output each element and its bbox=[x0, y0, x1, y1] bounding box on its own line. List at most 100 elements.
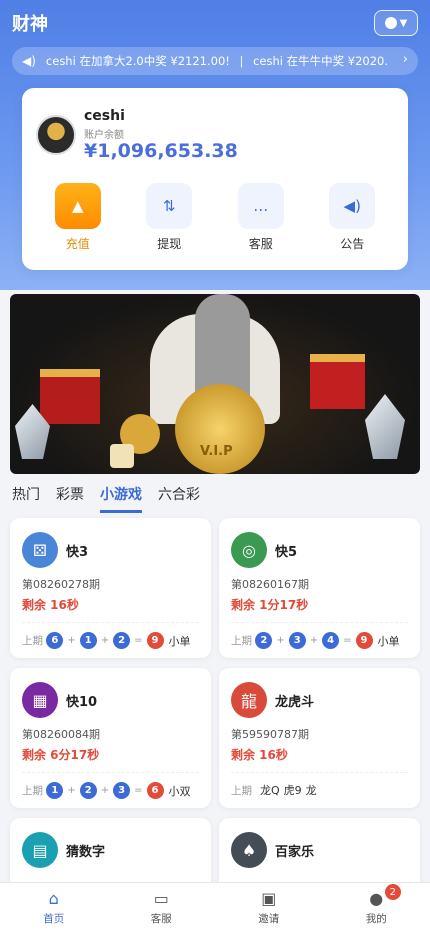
last-draw-label: 上期 bbox=[22, 635, 43, 647]
chat-icon: … bbox=[237, 183, 284, 229]
ticker-messages: ceshi 在加拿大2.0中奖 ¥2121.00! | ceshi 在牛牛中奖 … bbox=[46, 53, 396, 69]
ticker-separator: | bbox=[239, 54, 244, 68]
divider bbox=[231, 772, 408, 773]
game-period: 第08260278期 bbox=[22, 578, 100, 591]
nav-customer-service[interactable]: ▭ 客服 bbox=[108, 883, 216, 932]
last-draw: 上期 龙Q 虎9 龙 bbox=[231, 782, 317, 798]
result-text: 小单 bbox=[377, 634, 400, 648]
target-icon: ◎ bbox=[231, 532, 267, 568]
game-name: 快5 bbox=[275, 545, 298, 560]
nav-mine[interactable]: ● 2 我的 bbox=[323, 883, 430, 932]
announcement-button[interactable]: ◀) 公告 bbox=[317, 183, 387, 252]
plus-sign: + bbox=[309, 635, 319, 646]
last-draw-label: 上期 bbox=[22, 785, 43, 797]
tab-hot[interactable]: 热门 bbox=[12, 484, 40, 513]
result-ball: 1 bbox=[79, 632, 97, 649]
result-text: 龙 bbox=[305, 784, 317, 797]
user-icon: ● bbox=[369, 889, 384, 908]
plus-sign: + bbox=[276, 635, 285, 646]
game-card-k3[interactable]: ⚄ 快3 第08260278期 剩余 16秒 上期 6 + 1 + 2 = 9 小单 bbox=[10, 518, 211, 658]
divider bbox=[22, 772, 199, 773]
globe-icon bbox=[384, 17, 397, 29]
avatar[interactable] bbox=[36, 115, 76, 155]
game-name: 百家乐 bbox=[275, 845, 315, 860]
language-button[interactable]: ▼ bbox=[374, 10, 418, 36]
home-icon: ⌂ bbox=[48, 889, 59, 908]
banner-dice bbox=[110, 444, 134, 468]
nav-home[interactable]: ⌂ 首页 bbox=[0, 883, 108, 932]
upload-icon: ▲ bbox=[54, 183, 101, 229]
app-title: 财神 bbox=[12, 14, 48, 35]
divider bbox=[231, 622, 408, 623]
result-ball: 2 bbox=[113, 632, 131, 649]
equals-sign: = bbox=[343, 635, 352, 646]
game-countdown: 剩余 16秒 bbox=[22, 598, 79, 612]
equals-sign: = bbox=[134, 785, 143, 796]
result-text: 小双 bbox=[168, 784, 191, 798]
chevron-right-icon[interactable]: › bbox=[403, 52, 408, 67]
ticker-item: ceshi 在牛牛中奖 ¥2020. bbox=[253, 54, 389, 68]
tab-mark-six[interactable]: 六合彩 bbox=[158, 484, 200, 513]
winning-ticker[interactable]: ◀) ceshi 在加拿大2.0中奖 ¥2121.00! | ceshi 在牛牛… bbox=[12, 47, 418, 75]
result-ball: 3 bbox=[288, 632, 306, 649]
equals-sign: = bbox=[134, 635, 143, 646]
action-label: 充值 bbox=[65, 237, 90, 251]
banner-gift bbox=[40, 369, 100, 424]
game-name: 快10 bbox=[66, 695, 98, 710]
cards-icon: ♠ bbox=[231, 832, 267, 868]
speaker-icon: ◀) bbox=[329, 183, 376, 229]
game-card-dragon-tiger[interactable]: 龍 龙虎斗 第59590787期 剩余 16秒 上期 龙Q 虎9 龙 bbox=[219, 668, 420, 808]
dragon-card: 龙Q bbox=[260, 784, 280, 797]
dice-icon: ⚄ bbox=[22, 532, 58, 568]
banner-crystal bbox=[365, 394, 405, 459]
sum-ball: 9 bbox=[146, 632, 164, 649]
withdraw-button[interactable]: ⇅ 提现 bbox=[134, 183, 204, 252]
nav-invite[interactable]: ▣ 邀请 bbox=[215, 883, 323, 932]
last-draw: 上期 1 + 2 + 3 = 6 小双 bbox=[22, 782, 191, 799]
dragon-icon: 龍 bbox=[231, 682, 267, 718]
plus-sign: + bbox=[67, 635, 76, 646]
promo-banner[interactable]: V.I.P bbox=[10, 294, 420, 474]
gift-icon: ▣ bbox=[261, 889, 277, 908]
nav-label: 我的 bbox=[365, 913, 387, 925]
account-card: ceshi 账户余额 ¥1,096,653.38 ▲ 充值 ⇅ 提现 … 客服 … bbox=[22, 88, 408, 270]
sum-ball: 9 bbox=[355, 632, 373, 649]
banner-vip-text: V.I.P bbox=[200, 444, 233, 459]
balance-label: 账户余额 bbox=[84, 130, 124, 141]
game-period: 第08260084期 bbox=[22, 728, 100, 741]
tab-mini-games[interactable]: 小游戏 bbox=[100, 484, 142, 513]
tiger-card: 虎9 bbox=[283, 784, 302, 797]
chevron-down-icon: ▼ bbox=[399, 17, 408, 29]
result-text: 小单 bbox=[168, 634, 191, 648]
slot-machine-icon: ▦ bbox=[22, 682, 58, 718]
nav-label: 首页 bbox=[43, 913, 65, 925]
balance-value: ¥1,096,653.38 bbox=[84, 140, 238, 162]
account-actions: ▲ 充值 ⇅ 提现 … 客服 ◀) 公告 bbox=[22, 183, 408, 252]
result-ball: 1 bbox=[46, 782, 64, 799]
result-ball: 3 bbox=[113, 782, 131, 799]
username: ceshi bbox=[84, 108, 125, 124]
chat-icon: ▭ bbox=[153, 889, 169, 908]
plus-sign: + bbox=[67, 785, 76, 796]
deposit-button[interactable]: ▲ 充值 bbox=[43, 183, 113, 252]
game-countdown: 剩余 1分17秒 bbox=[231, 598, 309, 612]
plus-sign: + bbox=[100, 785, 110, 796]
customer-service-button[interactable]: … 客服 bbox=[226, 183, 296, 252]
game-name: 龙虎斗 bbox=[275, 695, 315, 710]
game-name: 快3 bbox=[66, 545, 89, 560]
game-card-k5[interactable]: ◎ 快5 第08260167期 剩余 1分17秒 上期 2 + 3 + 4 = 9 小… bbox=[219, 518, 420, 658]
banner-vip-coin bbox=[175, 384, 265, 474]
banner-gift bbox=[310, 354, 365, 409]
top-bar: 财神 ▼ bbox=[0, 0, 430, 46]
last-draw-label: 上期 bbox=[231, 635, 252, 647]
last-draw: 上期 6 + 1 + 2 = 9 小单 bbox=[22, 632, 191, 649]
result-ball: 4 bbox=[322, 632, 340, 649]
plus-sign: + bbox=[100, 635, 110, 646]
tab-lottery[interactable]: 彩票 bbox=[56, 484, 84, 513]
game-card-k10[interactable]: ▦ 快10 第08260084期 剩余 6分17秒 上期 1 + 2 + 3 = 6 … bbox=[10, 668, 211, 808]
number-grid-icon: ▤ bbox=[22, 832, 58, 868]
result-ball: 2 bbox=[255, 632, 273, 649]
nav-label: 邀请 bbox=[258, 913, 280, 925]
nav-label: 客服 bbox=[150, 913, 172, 925]
last-draw: 上期 2 + 3 + 4 = 9 小单 bbox=[231, 632, 400, 649]
